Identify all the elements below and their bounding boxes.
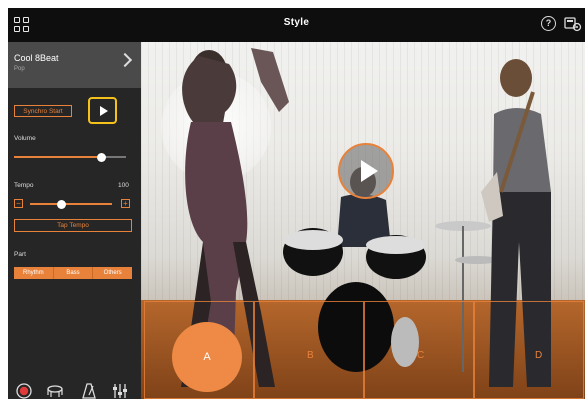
band-stage-image: A B C D [141, 42, 585, 399]
record-icon[interactable] [16, 383, 32, 399]
tempo-slider[interactable] [30, 199, 112, 209]
volume-label: Volume [14, 135, 36, 142]
tempo-knob[interactable] [57, 199, 66, 209]
play-icon [361, 160, 378, 182]
top-bar: Style ? [8, 8, 585, 42]
mixer-icon[interactable] [112, 383, 128, 398]
volume-slider[interactable] [14, 152, 126, 162]
chevron-right-icon [117, 52, 133, 68]
section-b-button[interactable]: B [254, 301, 364, 399]
page-title: Style [283, 17, 310, 28]
start-stop-button[interactable] [88, 97, 117, 124]
section-d-button[interactable]: D [474, 301, 584, 399]
tap-tempo-button[interactable]: Tap Tempo [14, 219, 132, 232]
part-selector: Rhythm Bass Others [14, 267, 133, 279]
tempo-value: 100 [118, 182, 129, 189]
style-category: Pop [14, 66, 25, 72]
style-selector[interactable]: Cool 8Beat Pop [8, 42, 141, 88]
volume-knob[interactable] [96, 152, 106, 162]
part-bass-button[interactable]: Bass [53, 267, 94, 279]
tools-icon[interactable] [564, 16, 582, 32]
part-others-button[interactable]: Others [93, 267, 133, 279]
stage-play-button[interactable] [338, 143, 394, 199]
section-c-button[interactable]: C [364, 301, 474, 399]
section-buttons: A B C D [141, 301, 585, 399]
app-window: Style ? Cool 8Beat Pop Synchro Start Vol… [8, 8, 585, 399]
control-sidebar: Cool 8Beat Pop Synchro Start Volume Temp… [8, 42, 141, 399]
tempo-increase-button[interactable]: + [121, 199, 130, 208]
play-icon [100, 106, 108, 116]
synchro-start-button[interactable]: Synchro Start [14, 105, 72, 117]
metronome-icon[interactable] [81, 383, 97, 399]
part-rhythm-button[interactable]: Rhythm [14, 267, 54, 279]
style-name: Cool 8Beat [14, 53, 59, 63]
part-label: Part [14, 251, 26, 258]
tempo-label: Tempo [14, 182, 34, 189]
section-d-label: D [535, 350, 543, 361]
rhythm-icon[interactable] [46, 383, 63, 397]
tempo-decrease-button[interactable]: − [14, 199, 23, 208]
section-c-label: C [417, 350, 425, 361]
section-a-button[interactable]: A [144, 301, 254, 399]
section-a-active: A [172, 322, 242, 392]
help-icon[interactable]: ? [541, 16, 556, 31]
bottom-toolbar [8, 379, 141, 399]
volume-fill [14, 156, 102, 158]
section-b-label: B [307, 350, 314, 361]
